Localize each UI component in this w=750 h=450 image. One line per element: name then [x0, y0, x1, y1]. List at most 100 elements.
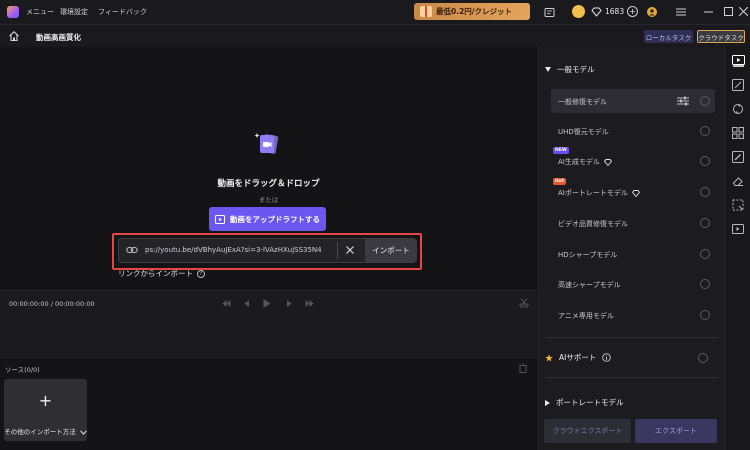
menu-item-feedback[interactable]: フィードバック [98, 7, 147, 17]
model-item-fast-sharp[interactable]: 高速シャープモデル [551, 272, 715, 296]
model-panel: 一般モデル 一般修復モデル UHD復元モデル NEW AI生成モデル Hot A… [538, 47, 724, 450]
menu-icon[interactable] [675, 5, 687, 18]
upload-video-label: 動画をアップドラフトする [230, 214, 320, 224]
other-import-label: その他のインポート方法 [4, 428, 76, 436]
panel-divider [545, 337, 719, 338]
settings-sliders-icon[interactable] [677, 96, 689, 106]
add-icon: + [38, 391, 53, 410]
menu-item-menu[interactable]: メニュー [26, 7, 54, 17]
model-item-hd-sharp[interactable]: HDシャープモデル [551, 242, 715, 266]
close-window-button[interactable] [737, 5, 749, 18]
caret-right-icon [545, 399, 550, 406]
cloud-task-button[interactable]: クラウドタスク [697, 30, 745, 43]
or-text: または [258, 196, 279, 204]
stabilize-tool-icon[interactable] [731, 102, 745, 116]
model-radio[interactable] [700, 126, 710, 136]
model-radio[interactable] [700, 156, 710, 166]
model-label-row: AI生成モデル [558, 157, 612, 167]
model-item-video-quality-repair[interactable]: ビデオ品質修復モデル [551, 211, 715, 235]
frame-forward-icon[interactable] [284, 298, 294, 308]
other-import-methods[interactable]: その他のインポート方法 [4, 426, 87, 436]
ai-support-label: AIサポート [559, 353, 597, 362]
ai-support-row[interactable]: AIサポート [545, 352, 612, 363]
frame-back-icon[interactable] [242, 298, 252, 308]
diamond-icon [603, 158, 612, 166]
help-icon[interactable]: ? [197, 269, 205, 278]
general-models-title: 一般モデル [557, 65, 595, 74]
model-item-general-repair[interactable]: 一般修復モデル [551, 89, 715, 113]
message-icon[interactable] [543, 6, 555, 18]
model-item-ai-generation[interactable]: NEW AI生成モデル [551, 147, 715, 173]
folder-play-icon [215, 214, 225, 224]
other-import-card[interactable]: + その他のインポート方法 [4, 379, 87, 441]
interpolation-tool-icon[interactable] [731, 78, 745, 92]
hot-badge: Hot [553, 178, 567, 185]
new-badge: NEW [553, 147, 569, 154]
play-icon[interactable] [262, 298, 272, 308]
eraser-tool-icon[interactable] [731, 174, 745, 188]
model-item-ai-portrait[interactable]: Hot AIポートレートモデル [551, 178, 715, 204]
trash-icon[interactable] [518, 363, 528, 373]
colorize-tool-icon[interactable] [731, 150, 745, 164]
cloud-export-button[interactable]: クラウドエクスポート [544, 419, 631, 443]
model-radio[interactable] [700, 187, 710, 197]
import-button[interactable]: インポート [365, 239, 417, 262]
credits-count: 1683 [605, 7, 625, 16]
star-icon [545, 353, 553, 361]
page-title: 動画高画質化 [36, 33, 81, 42]
app-logo [7, 6, 19, 18]
model-radio[interactable] [700, 249, 710, 259]
portrait-models-header[interactable]: ポートレートモデル [545, 397, 624, 408]
model-radio[interactable] [700, 96, 710, 106]
account-badge-icon[interactable] [646, 6, 658, 18]
source-count-label: ソース(0/0) [5, 366, 40, 374]
skip-back-icon[interactable] [221, 298, 231, 308]
url-input[interactable]: ps://youtu.be/dVBhyAuJExA?si=3-lVAzHXujS… [145, 246, 335, 254]
info-icon[interactable] [602, 353, 612, 362]
general-models-header[interactable]: 一般モデル [545, 64, 595, 75]
model-label: UHD復元モデル [558, 128, 609, 136]
skip-forward-icon[interactable] [304, 298, 314, 308]
link-icon [126, 246, 138, 254]
video-export-tool-icon[interactable] [731, 222, 745, 236]
menu-item-preferences[interactable]: 環境設定 [60, 7, 88, 17]
maximize-button[interactable] [722, 5, 734, 18]
grid-tool-icon[interactable] [731, 126, 745, 140]
clear-url-icon[interactable] [344, 244, 356, 256]
playback-bar: 00:00:00:00 / 00:00:00:00 [0, 290, 537, 356]
user-avatar[interactable] [572, 5, 585, 18]
promo-banner[interactable]: 最低0.2円/クレジット [414, 3, 530, 20]
video-file-icon [254, 133, 279, 154]
cut-icon[interactable] [519, 298, 529, 308]
minimize-button[interactable] [702, 5, 714, 18]
model-radio[interactable] [700, 218, 710, 228]
upload-video-button[interactable]: 動画をアップドラフトする [209, 207, 326, 231]
header-bar: 動画高画質化 ローカルタスク クラウドタスク [0, 24, 750, 47]
model-item-uhd-restore[interactable]: UHD復元モデル [551, 119, 715, 143]
diamond-icon [631, 189, 640, 197]
drag-drop-title: 動画をドラッグ＆ドロップ [217, 179, 320, 189]
tool-sidebar [724, 47, 750, 450]
export-buttons: クラウドエクスポート エクスポート [539, 419, 725, 443]
home-icon[interactable] [8, 30, 20, 42]
promo-text: 最低0.2円/クレジット [436, 7, 513, 16]
portrait-models-title: ポートレートモデル [556, 398, 624, 407]
credits-display: 1683 + [591, 4, 639, 19]
crop-tool-icon[interactable] [731, 198, 745, 212]
model-label-row: AIポートレートモデル [558, 188, 640, 198]
url-separator [337, 242, 338, 259]
model-label: AIポートレートモデル [558, 189, 628, 197]
model-radio[interactable] [700, 310, 710, 320]
timecode: 00:00:00:00 / 00:00:00:00 [9, 300, 95, 308]
video-enhance-tool-icon[interactable] [731, 54, 745, 68]
export-button[interactable]: エクスポート [635, 419, 717, 443]
local-task-button[interactable]: ローカルタスク [644, 30, 693, 43]
model-radio[interactable] [700, 279, 710, 289]
model-label: ビデオ品質修復モデル [558, 220, 628, 228]
ai-support-radio[interactable] [698, 353, 708, 363]
caret-down-icon [545, 67, 551, 72]
gift-icon [420, 6, 432, 17]
add-credits-button[interactable]: + [627, 6, 639, 17]
model-item-anime[interactable]: アニメ専用モデル [551, 303, 715, 327]
model-label: アニメ専用モデル [558, 312, 614, 320]
